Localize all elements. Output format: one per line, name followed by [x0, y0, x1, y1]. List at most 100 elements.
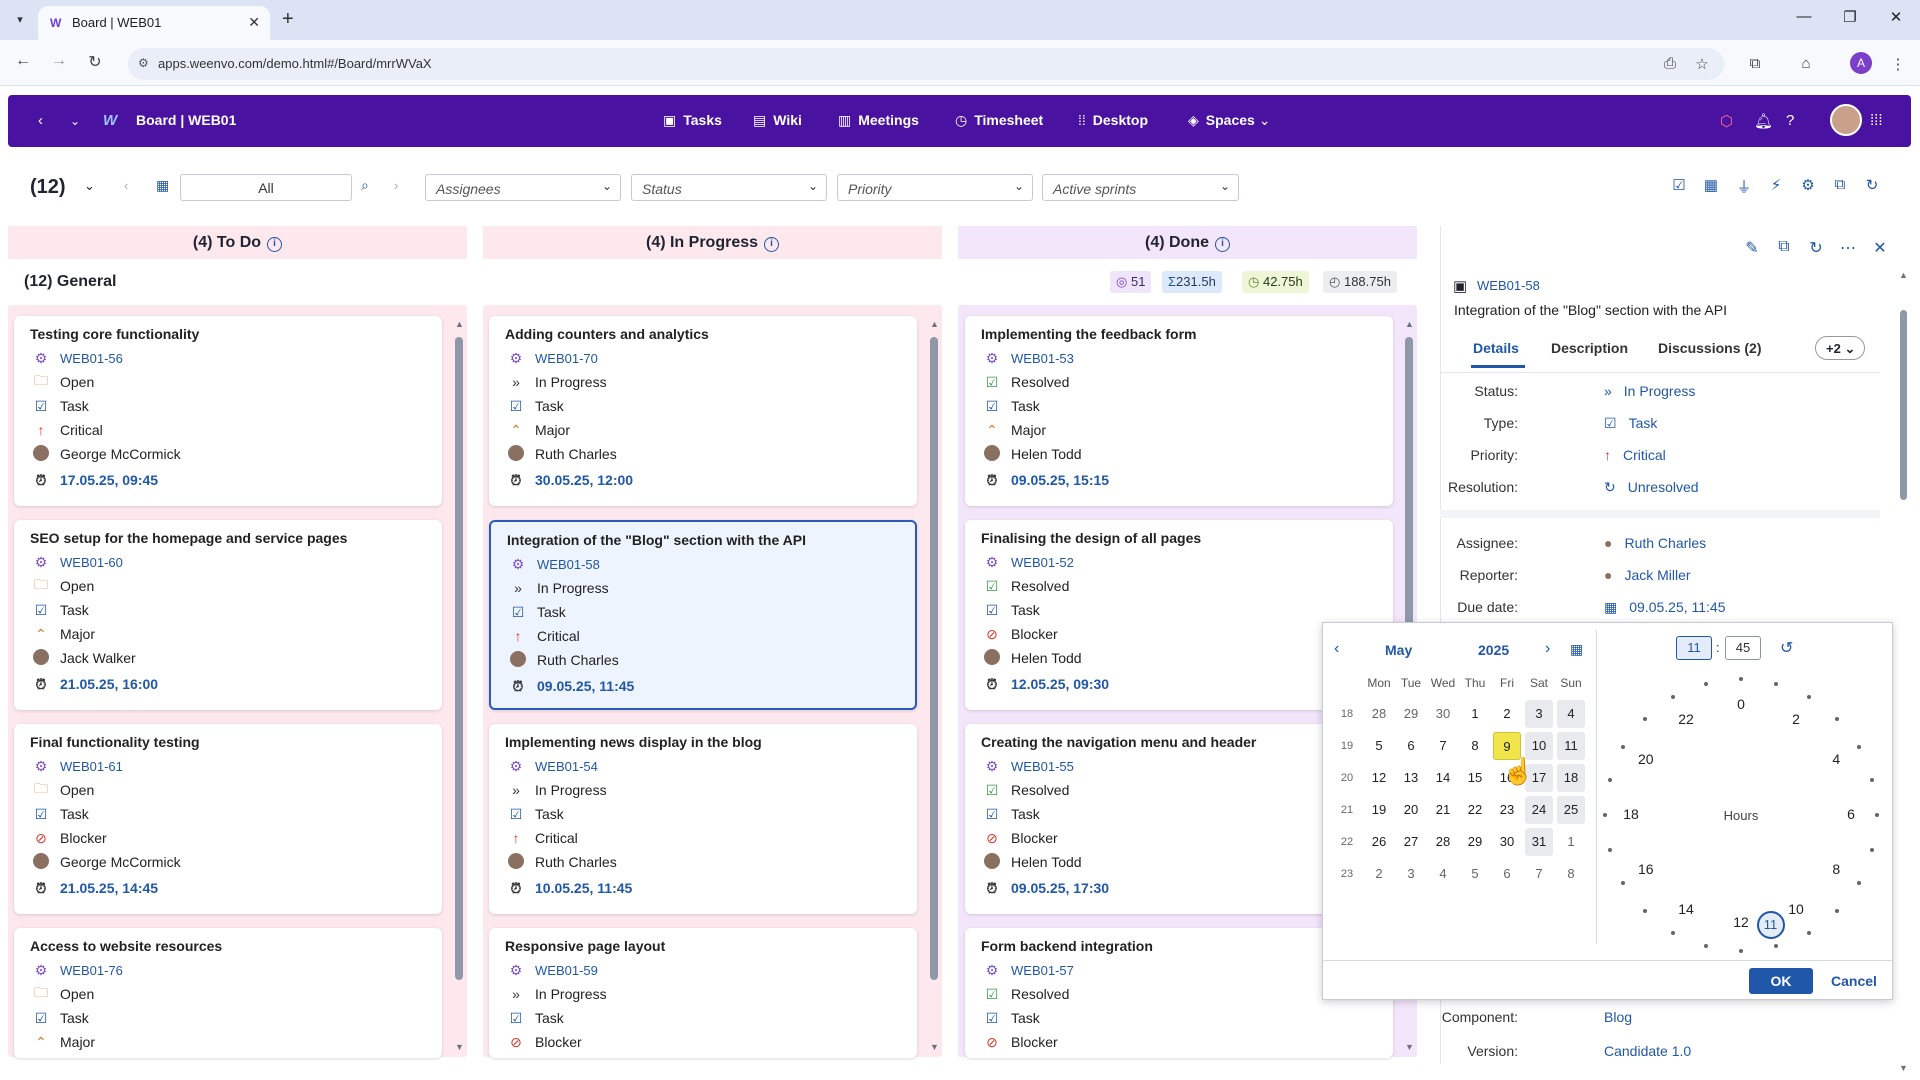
calendar-day[interactable]: 23	[1493, 796, 1521, 824]
calendar-day[interactable]: 5	[1461, 860, 1489, 888]
browser-menu-icon[interactable]: ⋮	[1888, 55, 1908, 73]
restore-icon[interactable]: ❐	[1840, 8, 1860, 26]
month-select[interactable]: May	[1385, 642, 1412, 658]
calendar-search-icon[interactable]: ⌕	[361, 177, 369, 194]
minimize-icon[interactable]: —	[1794, 8, 1814, 25]
help-icon[interactable]: ?	[1786, 112, 1794, 129]
calendar-day[interactable]: 5	[1365, 732, 1393, 760]
field-value[interactable]: ☑ Task	[1604, 415, 1657, 432]
task-card[interactable]: Implementing the feedback form ⚙ WEB01-53 ☑…	[965, 316, 1393, 506]
calendar-day[interactable]: 1	[1461, 700, 1489, 728]
extensions-icon[interactable]: ⧉	[1745, 55, 1765, 72]
count-chevron-down-icon[interactable]: ⌄	[84, 178, 95, 194]
close-window-icon[interactable]: ✕	[1886, 8, 1906, 26]
calendar-day[interactable]: 30	[1493, 828, 1521, 856]
bookmark-star-icon[interactable]: ☆	[1692, 55, 1712, 73]
card-id[interactable]: WEB01-52	[1011, 555, 1074, 570]
nav-spaces[interactable]: ◈ Spaces ⌄	[1188, 112, 1270, 129]
calendar-day[interactable]: 18	[1557, 764, 1585, 792]
calendar-day[interactable]: 19	[1365, 796, 1393, 824]
card-id[interactable]: WEB01-54	[535, 759, 598, 774]
profile-avatar[interactable]: A	[1850, 52, 1872, 74]
task-card[interactable]: Integration of the "Blog" section with t…	[489, 520, 917, 710]
more-icon[interactable]: ⋯	[1838, 238, 1858, 258]
clock-hour-selected[interactable]: 11	[1756, 911, 1785, 940]
nav-wiki[interactable]: ▤ Wiki	[753, 112, 802, 129]
calendar-day[interactable]: 29	[1397, 700, 1425, 728]
task-card[interactable]: Responsive page layout ⚙ WEB01-59 » In Progr…	[489, 928, 917, 1058]
forward-icon[interactable]: →	[48, 52, 70, 70]
chevron-down-icon[interactable]: ⌄	[70, 114, 80, 128]
clock-hour[interactable]: 16	[1633, 861, 1659, 877]
task-card[interactable]: Implementing news display in the blog ⚙ WE…	[489, 724, 917, 914]
calendar-day[interactable]: 8	[1557, 860, 1585, 888]
field-value[interactable]: Candidate 1.0	[1604, 1043, 1691, 1059]
tab-discussions[interactable]: Discussions (2)	[1658, 340, 1761, 356]
calendar-day[interactable]: 15	[1461, 764, 1489, 792]
calendar-day[interactable]: 7	[1525, 860, 1553, 888]
field-value[interactable]: ↻ Unresolved	[1604, 479, 1699, 496]
calendar-day[interactable]: 28	[1429, 828, 1457, 856]
board-settings-icon[interactable]: ▦	[1701, 176, 1721, 194]
clock-hour[interactable]: 8	[1823, 861, 1849, 877]
sprints-filter[interactable]: Active sprints ⌄	[1042, 174, 1239, 201]
calendar-day[interactable]: 21	[1429, 796, 1457, 824]
field-value[interactable]: ▦ 09.05.25, 11:45	[1604, 599, 1726, 616]
card-id[interactable]: WEB01-57	[1011, 963, 1074, 978]
calendar-day[interactable]: 31	[1525, 828, 1553, 856]
card-id[interactable]: WEB01-61	[60, 759, 123, 774]
task-card[interactable]: Final functionality testing ⚙ WEB01-61 🗀 Ope…	[14, 724, 442, 914]
today-calendar-icon[interactable]: ▦	[1570, 641, 1583, 658]
calendar-day[interactable]: 12	[1365, 764, 1393, 792]
back-icon[interactable]: ←	[12, 52, 34, 70]
calendar-day[interactable]: 26	[1365, 828, 1393, 856]
refresh-icon[interactable]: ↻	[1806, 238, 1826, 258]
panel-scrollbar[interactable]	[1900, 310, 1907, 500]
install-app-icon[interactable]: ⎙	[1660, 55, 1680, 72]
bell-icon[interactable]: 🔔︎	[1754, 112, 1773, 130]
info-icon[interactable]: i	[267, 237, 283, 252]
minute-input[interactable]: 45	[1725, 636, 1761, 660]
calendar-icon[interactable]: ▦	[156, 177, 169, 194]
calendar-day[interactable]: 20	[1397, 796, 1425, 824]
duplicate-icon[interactable]: ⧉	[1774, 238, 1794, 256]
calendar-day[interactable]: 29	[1461, 828, 1489, 856]
field-value[interactable]: ↑ Critical	[1604, 447, 1666, 463]
clock-hour[interactable]: 4	[1823, 751, 1849, 767]
address-bar[interactable]: ⚙ apps.weenvo.com/demo.html#/Board/mrrWV…	[128, 48, 1724, 80]
info-icon[interactable]: i	[1215, 237, 1230, 252]
task-card[interactable]: Testing core functionality ⚙ WEB01-56 🗀 Open…	[14, 316, 442, 506]
calendar-day[interactable]: 28	[1365, 700, 1393, 728]
calendar-day[interactable]: 4	[1429, 860, 1457, 888]
assignees-filter[interactable]: Assignees ⌄	[425, 174, 621, 201]
clock-hour[interactable]: 22	[1673, 711, 1699, 727]
card-id[interactable]: WEB01-58	[537, 557, 600, 572]
close-icon[interactable]: ✕	[1870, 238, 1890, 258]
scroll-down-icon[interactable]: ▼	[455, 1042, 464, 1052]
field-value[interactable]: ● Ruth Charles	[1604, 535, 1706, 551]
scroll-up-icon[interactable]: ▲	[1899, 270, 1908, 280]
prev-range-icon[interactable]: ‹	[124, 178, 128, 193]
integration-icon[interactable]: ⬡	[1720, 112, 1733, 130]
reload-icon[interactable]: ↻	[84, 52, 106, 72]
clock-hour[interactable]: 12	[1728, 914, 1754, 930]
scrollbar-todo[interactable]	[455, 337, 463, 980]
status-filter[interactable]: Status ⌄	[631, 174, 827, 201]
card-id[interactable]: WEB01-59	[535, 963, 598, 978]
calendar-day[interactable]: 27	[1397, 828, 1425, 856]
calendar-day[interactable]: 6	[1397, 732, 1425, 760]
nav-meetings[interactable]: ▥ Meetings	[838, 112, 919, 129]
year-select[interactable]: 2025	[1478, 642, 1509, 658]
filter-icon[interactable]: ⏚	[1734, 176, 1754, 197]
more-tabs-button[interactable]: +2 ⌄	[1815, 336, 1865, 360]
calendar-day[interactable]: 4	[1557, 700, 1585, 728]
calendar-day[interactable]: 8	[1461, 732, 1489, 760]
close-tab-icon[interactable]: ✕	[248, 14, 260, 31]
select-tasks-icon[interactable]: ☑	[1669, 176, 1689, 194]
calendar-day[interactable]: 3	[1525, 700, 1553, 728]
tab-details[interactable]: Details	[1473, 340, 1519, 356]
nav-desktop[interactable]: ⁞⁞ Desktop	[1078, 112, 1148, 128]
tab-search-icon[interactable]: ▾	[10, 10, 30, 30]
prev-month-icon[interactable]: ‹	[1334, 640, 1339, 658]
scroll-up-icon[interactable]: ▲	[930, 319, 939, 329]
